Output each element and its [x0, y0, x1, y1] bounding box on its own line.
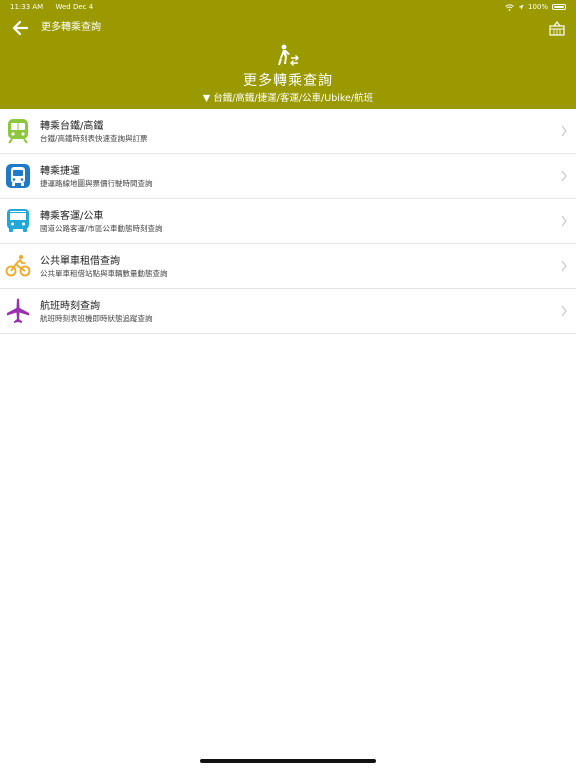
list-item-flight[interactable]: 航班時刻查詢 航班時刻表班機即時狀態追蹤查詢	[0, 289, 576, 334]
transfer-options-list: 轉乘台鐵/高鐵 台鐵/高鐵時刻表快速查詢與訂票 轉乘捷運 捷運路線地圖與票價行駛…	[0, 109, 576, 334]
status-right: 100%	[505, 0, 566, 14]
list-item-desc: 台鐵/高鐵時刻表快速查詢與訂票	[40, 134, 148, 143]
nav-bar: 更多轉乘查詢	[0, 16, 576, 40]
basket-icon[interactable]	[548, 18, 566, 38]
list-item-title: 航班時刻查詢	[40, 301, 100, 312]
status-time: 11:33 AM	[10, 3, 44, 11]
bicycle-icon	[5, 255, 31, 277]
chevron-right-icon	[561, 305, 567, 317]
chevron-right-icon	[561, 215, 567, 227]
list-item-title: 轉乘台鐵/高鐵	[40, 121, 104, 132]
list-item-bicycle[interactable]: 公共單車租借查詢 公共單車租借站點與車輛數量動態查詢	[0, 244, 576, 289]
list-item-metro[interactable]: 轉乘捷運 捷運路線地圖與票價行駛時間查詢	[0, 154, 576, 199]
chevron-right-icon	[561, 260, 567, 272]
list-item-title: 公共單車租借查詢	[40, 256, 120, 267]
list-item-bus[interactable]: 轉乘客運/公車 國道公路客運/市區公車動態時刻查詢	[0, 199, 576, 244]
hero-subtitle: ▼ 台鐵/高鐵/捷運/客運/公車/Ubike/航班	[202, 93, 374, 104]
list-item-desc: 國道公路客運/市區公車動態時刻查詢	[40, 224, 163, 233]
airplane-icon	[7, 298, 29, 323]
header: 11:33 AM Wed Dec 4 100% 更多轉乘查詢 更多轉乘查詢 ▼ …	[0, 0, 576, 109]
list-item-desc: 航班時刻表班機即時狀態追蹤查詢	[40, 314, 153, 323]
metro-icon	[6, 164, 30, 188]
list-item-title: 轉乘捷運	[40, 166, 80, 177]
train-icon	[8, 119, 28, 144]
hero-title: 更多轉乘查詢	[243, 73, 333, 89]
status-bar: 11:33 AM Wed Dec 4 100%	[0, 0, 576, 14]
arrow-left-icon[interactable]	[10, 18, 32, 38]
battery-icon	[552, 4, 566, 10]
home-indicator[interactable]	[200, 759, 376, 763]
list-item-train[interactable]: 轉乘台鐵/高鐵 台鐵/高鐵時刻表快速查詢與訂票	[0, 109, 576, 154]
battery-percent: 100%	[527, 3, 548, 11]
nav-title: 更多轉乘查詢	[41, 22, 101, 33]
list-item-title: 轉乘客運/公車	[40, 211, 104, 222]
walking-transfer-icon	[278, 44, 299, 66]
status-date: Wed Dec 4	[55, 3, 94, 11]
bus-icon	[7, 209, 29, 232]
chevron-right-icon	[561, 170, 567, 182]
status-left: 11:33 AM Wed Dec 4	[10, 0, 103, 14]
list-item-desc: 公共單車租借站點與車輛數量動態查詢	[40, 269, 168, 278]
list-item-desc: 捷運路線地圖與票價行駛時間查詢	[40, 179, 153, 188]
chevron-right-icon	[561, 125, 567, 137]
wifi-icon	[505, 3, 514, 11]
location-icon	[518, 4, 524, 10]
